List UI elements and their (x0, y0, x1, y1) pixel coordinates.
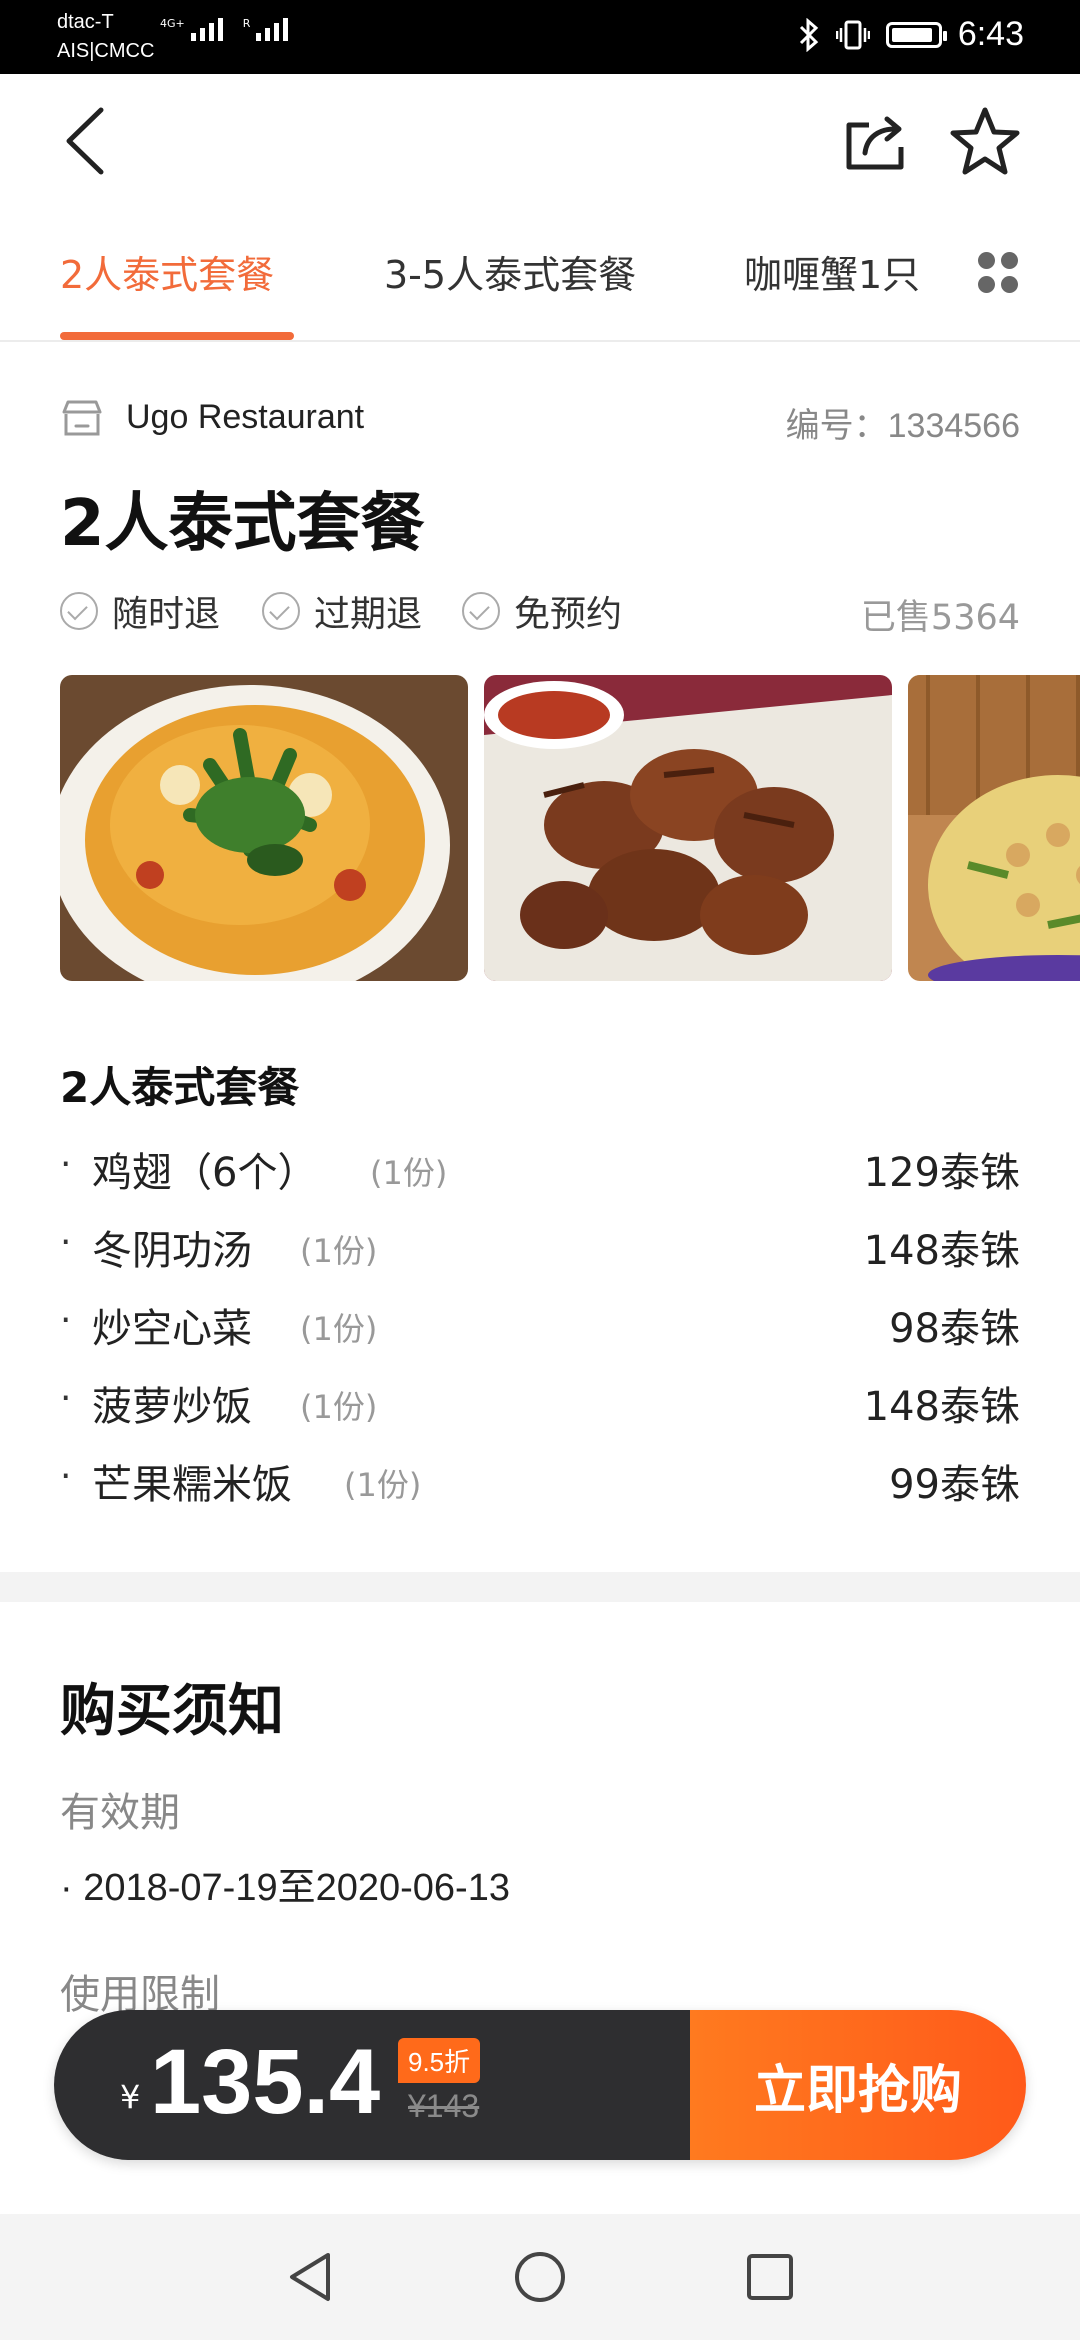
nav-home-button[interactable] (500, 2242, 580, 2312)
feature-label: 过期退 (314, 594, 423, 635)
price-area: ¥ 135.4 9.5折 ¥143 (54, 2010, 690, 2160)
feature-refund-expired: 过期退 (262, 585, 422, 637)
signal-indicators: 4G+ R (160, 18, 289, 41)
signal1-tag: 4G+ (160, 17, 185, 30)
bluetooth-icon (799, 17, 819, 52)
item-name: 炒空心菜 (92, 1306, 252, 1352)
deal-code: 编号：1334566 (785, 407, 1020, 445)
photo-pineapple-rice[interactable] (908, 675, 1080, 981)
clock: 6:43 (957, 15, 1024, 53)
original-price: ¥143 (408, 2088, 480, 2124)
item-name: 冬阴功汤 (92, 1228, 252, 1274)
nav-back-button[interactable] (270, 2242, 350, 2312)
photo-gallery[interactable] (60, 675, 1080, 981)
star-icon (950, 107, 1020, 175)
carrier-line2: AIS|CMCC (57, 40, 155, 62)
notice-title: 购买须知 (60, 1679, 284, 1744)
check-circle-icon (462, 592, 500, 630)
list-item: · 芒果糯米饭 (1份) 99泰铢 (60, 1452, 1020, 1530)
item-price: 129泰铢 (863, 1150, 1020, 1196)
item-price: 148泰铢 (863, 1228, 1020, 1274)
list-bullet: · (60, 1144, 72, 1185)
vibrate-icon (835, 20, 870, 49)
discount-badge: 9.5折 (398, 2038, 481, 2083)
list-bullet: · (60, 1300, 72, 1341)
signal-icon: R (243, 18, 289, 41)
validity-value: · 2018-07-19至2020-06-13 (60, 1867, 510, 1909)
carrier-info: dtac-T AIS|CMCC (57, 8, 154, 66)
feature-label: 随时退 (112, 594, 221, 635)
category-tabs: 2人泰式套餐 3-5人泰式套餐 咖喱蟹1只 (0, 168, 1080, 342)
feature-label: 免预约 (514, 594, 623, 635)
active-tab-indicator (60, 332, 294, 340)
battery-icon (885, 21, 947, 48)
item-qty: (1份) (370, 1154, 448, 1192)
feature-refund-anytime: 随时退 (60, 585, 220, 637)
tab-3-5-person-set[interactable]: 3-5人泰式套餐 (384, 244, 636, 299)
tab-2-person-set[interactable]: 2人泰式套餐 (60, 244, 274, 299)
tab-curry-crab[interactable]: 咖喱蟹1只 (744, 244, 920, 299)
check-circle-icon (262, 592, 300, 630)
item-price: 148泰铢 (863, 1384, 1020, 1430)
package-title: 2人泰式套餐 (60, 1063, 300, 1112)
item-qty: (1份) (300, 1310, 378, 1348)
list-bullet: · (60, 1222, 72, 1263)
signal-icon: 4G+ (160, 18, 223, 41)
more-tabs-icon[interactable] (978, 252, 1020, 294)
validity-label: 有效期 (60, 1790, 180, 1836)
status-bar: dtac-T AIS|CMCC 4G+ R 6:43 (0, 0, 1080, 74)
feature-no-reservation: 免预约 (462, 585, 622, 637)
list-item: · 菠萝炒饭 (1份) 148泰铢 (60, 1374, 1020, 1452)
list-bullet: · (60, 1456, 72, 1497)
item-qty: (1份) (300, 1388, 378, 1426)
share-icon (846, 116, 904, 170)
item-price: 99泰铢 (889, 1462, 1020, 1508)
photo-fried-chicken[interactable] (484, 675, 892, 981)
list-item: · 炒空心菜 (1份) 98泰铢 (60, 1296, 1020, 1374)
circle-home-icon (515, 2252, 565, 2302)
package-list: · 鸡翅（6个） (1份) 129泰铢 · 冬阴功汤 (1份) 148泰铢 · … (60, 1140, 1020, 1530)
square-recents-icon (747, 2254, 793, 2300)
photo-tom-yum-soup[interactable] (60, 675, 468, 981)
deal-features: 随时退 过期退 免预约 已售5364 (60, 585, 1020, 638)
system-nav-bar (0, 2214, 1080, 2340)
store-icon (62, 400, 102, 436)
item-qty: (1份) (344, 1466, 422, 1504)
list-item: · 冬阴功汤 (1份) 148泰铢 (60, 1218, 1020, 1296)
check-circle-icon (60, 592, 98, 630)
status-right: 6:43 (798, 15, 1024, 54)
triangle-back-icon (290, 2253, 330, 2301)
section-divider (0, 1572, 1080, 1602)
restaurant-name[interactable]: Ugo Restaurant (126, 398, 364, 437)
item-name: 鸡翅（6个） (92, 1150, 318, 1196)
list-bullet: · (60, 1378, 72, 1419)
item-name: 菠萝炒饭 (92, 1384, 252, 1430)
item-price: 98泰铢 (889, 1306, 1020, 1352)
item-qty: (1份) (300, 1232, 378, 1270)
signal2-tag: R (242, 17, 251, 30)
restaurant-row: Ugo Restaurant 编号：1334566 (60, 398, 1020, 445)
currency-symbol: ¥ (120, 2078, 141, 2116)
nav-recents-button[interactable] (730, 2242, 810, 2312)
purchase-bar: ¥ 135.4 9.5折 ¥143 立即抢购 (54, 2010, 1026, 2160)
item-name: 芒果糯米饭 (92, 1462, 292, 1508)
back-arrow-icon (66, 107, 104, 175)
deal-title: 2人泰式套餐 (60, 487, 425, 561)
list-item: · 鸡翅（6个） (1份) 129泰铢 (60, 1140, 1020, 1218)
sold-count: 已售5364 (860, 598, 1020, 638)
buy-now-button[interactable]: 立即抢购 (690, 2010, 1026, 2160)
carrier-line1: dtac-T (57, 11, 114, 33)
current-price: 135.4 (150, 2031, 381, 2133)
